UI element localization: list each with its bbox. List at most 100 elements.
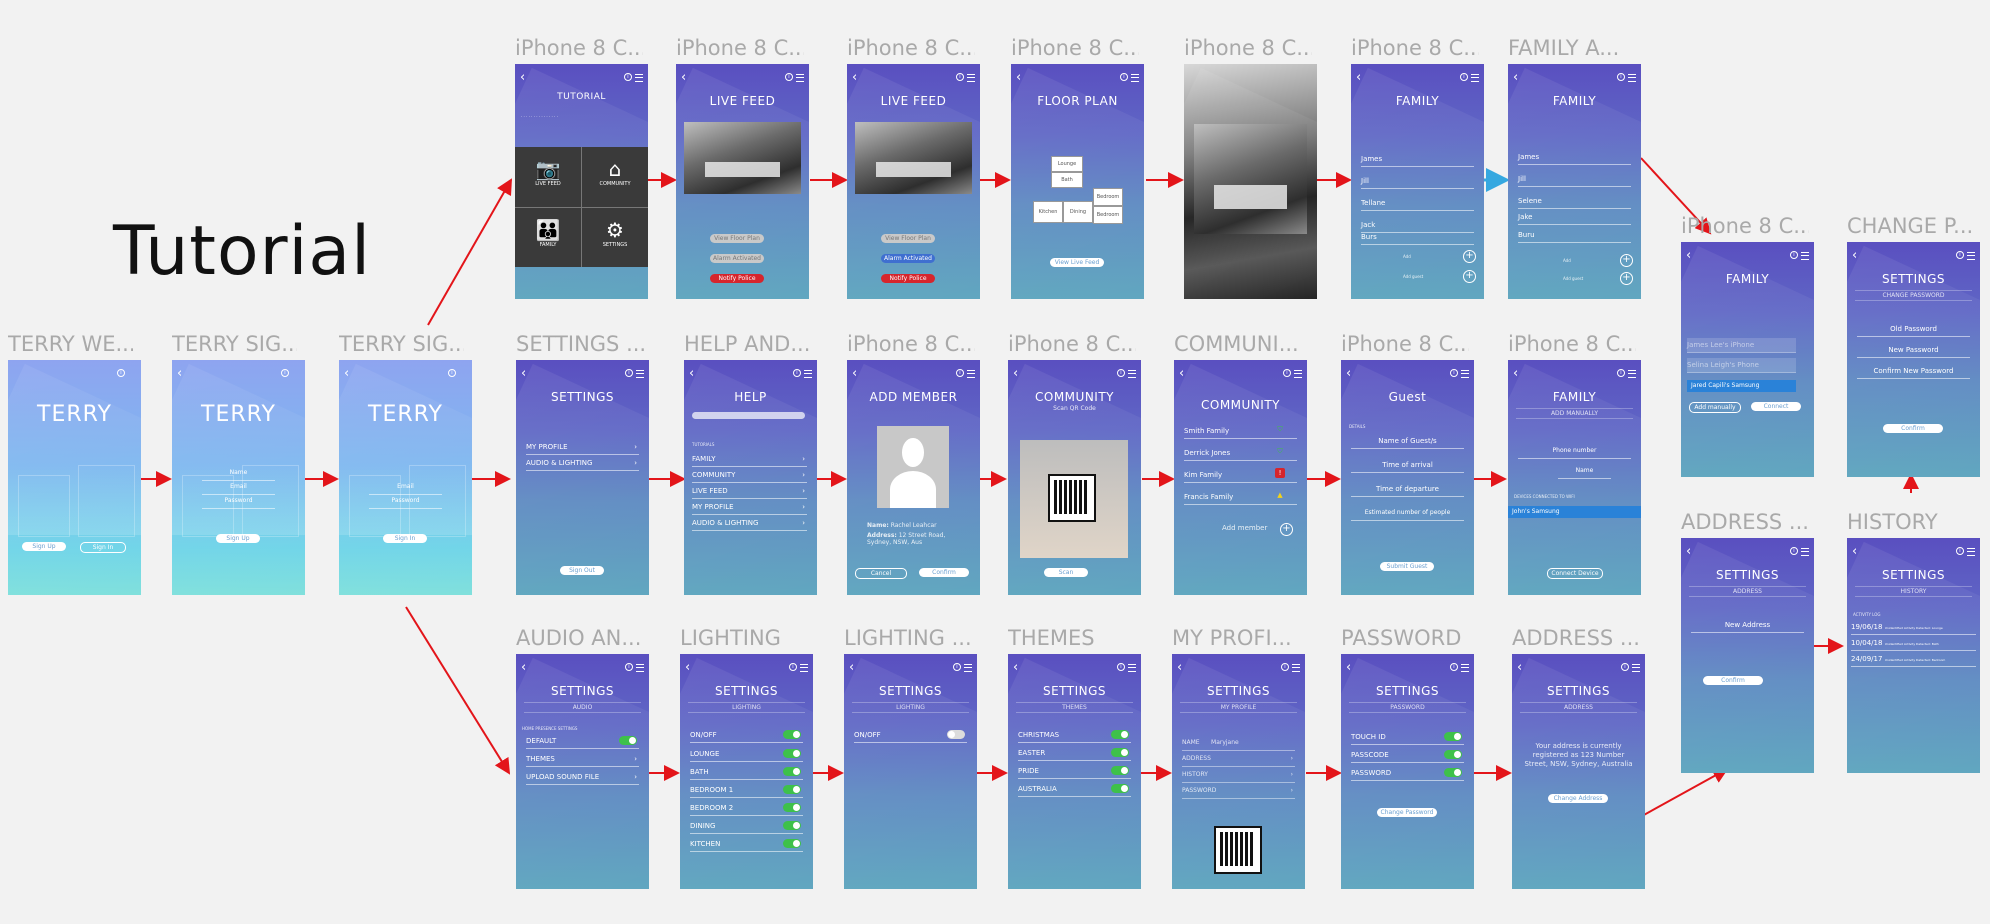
back-icon[interactable]: ‹ <box>344 367 349 380</box>
theme-item[interactable]: AUSTRALIA <box>1018 782 1131 797</box>
room-dining[interactable]: Dining <box>1063 201 1093 223</box>
password-item[interactable]: PASSCODE <box>1351 748 1464 763</box>
menu-icon[interactable] <box>1967 252 1975 260</box>
menu-icon[interactable] <box>800 664 808 672</box>
back-icon[interactable]: ‹ <box>1177 661 1182 674</box>
view-floor-plan-button[interactable]: View Floor Plan <box>710 234 764 243</box>
info-icon[interactable]: i <box>1621 663 1629 671</box>
add-icon[interactable]: + <box>1463 250 1476 263</box>
screen-address-new[interactable]: ‹ i SETTINGS ADDRESS New Address Confirm <box>1681 538 1814 773</box>
audio-item[interactable]: UPLOAD SOUND FILE › <box>526 770 639 785</box>
connect-button[interactable]: Connect <box>1751 402 1801 411</box>
profile-item[interactable]: HISTORY › <box>1182 768 1295 783</box>
back-icon[interactable]: ‹ <box>521 367 526 380</box>
screen-history[interactable]: ‹ i SETTINGS HISTORY ACTIVITY LOG 19/06/… <box>1847 538 1980 773</box>
menu-icon[interactable] <box>636 370 644 378</box>
add-guest-icon[interactable]: + <box>1620 272 1633 285</box>
submit-guest-button[interactable]: Submit Guest <box>1380 562 1434 571</box>
community-item[interactable]: Francis Family ▲ <box>1184 490 1297 505</box>
profile-item[interactable]: PASSWORD › <box>1182 784 1295 799</box>
toggle-switch[interactable] <box>1111 730 1129 739</box>
info-icon[interactable]: i <box>624 73 632 81</box>
screen-audio[interactable]: ‹ i SETTINGS AUDIO HOME PRESENCE SETTING… <box>516 654 649 889</box>
audio-item[interactable]: DEFAULT <box>526 734 639 749</box>
phone-number-field[interactable]: Phone number <box>1518 444 1631 459</box>
device-item-selected[interactable]: John's Samsung <box>1508 506 1641 518</box>
menu-icon[interactable] <box>1292 664 1300 672</box>
toggle-switch[interactable] <box>947 730 965 739</box>
menu-icon[interactable] <box>1632 664 1640 672</box>
back-icon[interactable]: ‹ <box>685 661 690 674</box>
toggle-switch[interactable] <box>783 821 801 830</box>
community-item[interactable]: Derrick Jones ⛉ <box>1184 446 1297 461</box>
info-icon[interactable]: i <box>117 369 125 377</box>
menu-icon[interactable] <box>636 664 644 672</box>
tile-family[interactable]: 👪 FAMILY <box>515 207 581 267</box>
family-member[interactable]: James <box>1361 152 1474 167</box>
screen-live-feed-alarm[interactable]: ‹ i LIVE FEED View Floor Plan Alarm Acti… <box>847 64 980 299</box>
family-member[interactable]: Selene <box>1518 194 1631 209</box>
screen-live-feed[interactable]: ‹ i LIVE FEED View Floor Plan Alarm Acti… <box>676 64 809 299</box>
menu-icon[interactable] <box>1128 664 1136 672</box>
toggle-switch[interactable] <box>1111 766 1129 775</box>
back-icon[interactable]: ‹ <box>1852 249 1857 262</box>
info-icon[interactable]: i <box>1117 369 1125 377</box>
sign-out-button[interactable]: Sign Out <box>560 566 604 575</box>
menu-icon[interactable] <box>635 74 643 82</box>
menu-icon[interactable] <box>967 74 975 82</box>
menu-icon[interactable] <box>1471 74 1479 82</box>
family-member[interactable]: Jake <box>1518 210 1631 225</box>
screen-help[interactable]: ‹ i HELP TUTORIALS FAMILY › COMMUNITY › LI… <box>684 360 817 595</box>
toggle-switch[interactable] <box>1444 732 1462 741</box>
room-bedroom[interactable]: Bedroom <box>1093 188 1123 206</box>
screen-family[interactable]: ‹ i FAMILY James Jill Tellane Jack Burs … <box>1351 64 1484 299</box>
arrival-time-field[interactable]: Time of arrival <box>1351 458 1464 473</box>
community-item[interactable]: Kim Family! <box>1184 468 1297 483</box>
light-item[interactable]: BEDROOM 2 <box>690 801 803 816</box>
info-icon[interactable]: i <box>956 73 964 81</box>
audio-item[interactable]: THEMES › <box>526 752 639 767</box>
back-icon[interactable]: ‹ <box>1686 545 1691 558</box>
menu-icon[interactable] <box>967 370 975 378</box>
info-icon[interactable]: i <box>789 663 797 671</box>
screen-my-profile[interactable]: ‹ i SETTINGS MY PROFILE NAME Maryjane AD… <box>1172 654 1305 889</box>
theme-item[interactable]: PRIDE <box>1018 764 1131 779</box>
back-icon[interactable]: ‹ <box>177 367 182 380</box>
screen-add-member[interactable]: ‹ i ADD MEMBER Name: Rachel Leahcar Addr… <box>847 360 980 595</box>
screen-family-add[interactable]: ‹ i FAMILY James Jill Selene Jake Buru A… <box>1508 64 1641 299</box>
room-kitchen[interactable]: Kitchen <box>1033 201 1063 223</box>
toggle-switch[interactable] <box>783 767 801 776</box>
screen-lighting-off[interactable]: ‹ i SETTINGS LIGHTING ON/OFF <box>844 654 977 889</box>
alarm-button[interactable]: Alarm Activated <box>710 254 764 263</box>
cancel-button[interactable]: Cancel <box>855 568 907 579</box>
back-icon[interactable]: ‹ <box>1013 367 1018 380</box>
info-icon[interactable]: i <box>625 369 633 377</box>
connect-device-button[interactable]: Connect Device <box>1547 568 1603 579</box>
back-icon[interactable]: ‹ <box>1356 71 1361 84</box>
guest-name-field[interactable]: Name of Guest/s <box>1351 434 1464 449</box>
screen-settings[interactable]: ‹ i SETTINGS MY PROFILE › AUDIO & LIGHTIN… <box>516 360 649 595</box>
new-password-field[interactable]: New Password <box>1857 343 1970 358</box>
back-icon[interactable]: ‹ <box>852 367 857 380</box>
toggle-switch[interactable] <box>1111 784 1129 793</box>
device-item-selected[interactable]: Jared Capili's Samsung <box>1687 380 1796 392</box>
info-icon[interactable]: i <box>1450 369 1458 377</box>
audio-lighting-item[interactable]: AUDIO & LIGHTING › <box>526 456 639 471</box>
light-item[interactable]: ON/OFF <box>690 728 803 743</box>
email-field[interactable]: Email <box>202 480 275 495</box>
password-item[interactable]: PASSWORD <box>1351 766 1464 781</box>
change-address-button[interactable]: Change Address <box>1548 794 1608 803</box>
sign-in-button[interactable]: Sign In <box>383 534 427 543</box>
family-member[interactable]: Jill <box>1361 174 1474 189</box>
info-icon[interactable]: i <box>1450 663 1458 671</box>
family-member[interactable]: James <box>1518 150 1631 165</box>
menu-icon[interactable] <box>964 664 972 672</box>
view-floor-plan-button[interactable]: View Floor Plan <box>881 234 935 243</box>
family-member[interactable]: Burs <box>1361 230 1474 245</box>
add-member-icon[interactable]: + <box>1280 523 1293 536</box>
back-icon[interactable]: ‹ <box>1686 249 1691 262</box>
screen-camera-fullscreen[interactable] <box>1184 64 1317 299</box>
toggle-switch[interactable] <box>783 803 801 812</box>
email-field[interactable]: Email <box>369 480 442 495</box>
history-entry[interactable]: 19/06/18 Unidentified Activity Detected:… <box>1851 620 1976 635</box>
